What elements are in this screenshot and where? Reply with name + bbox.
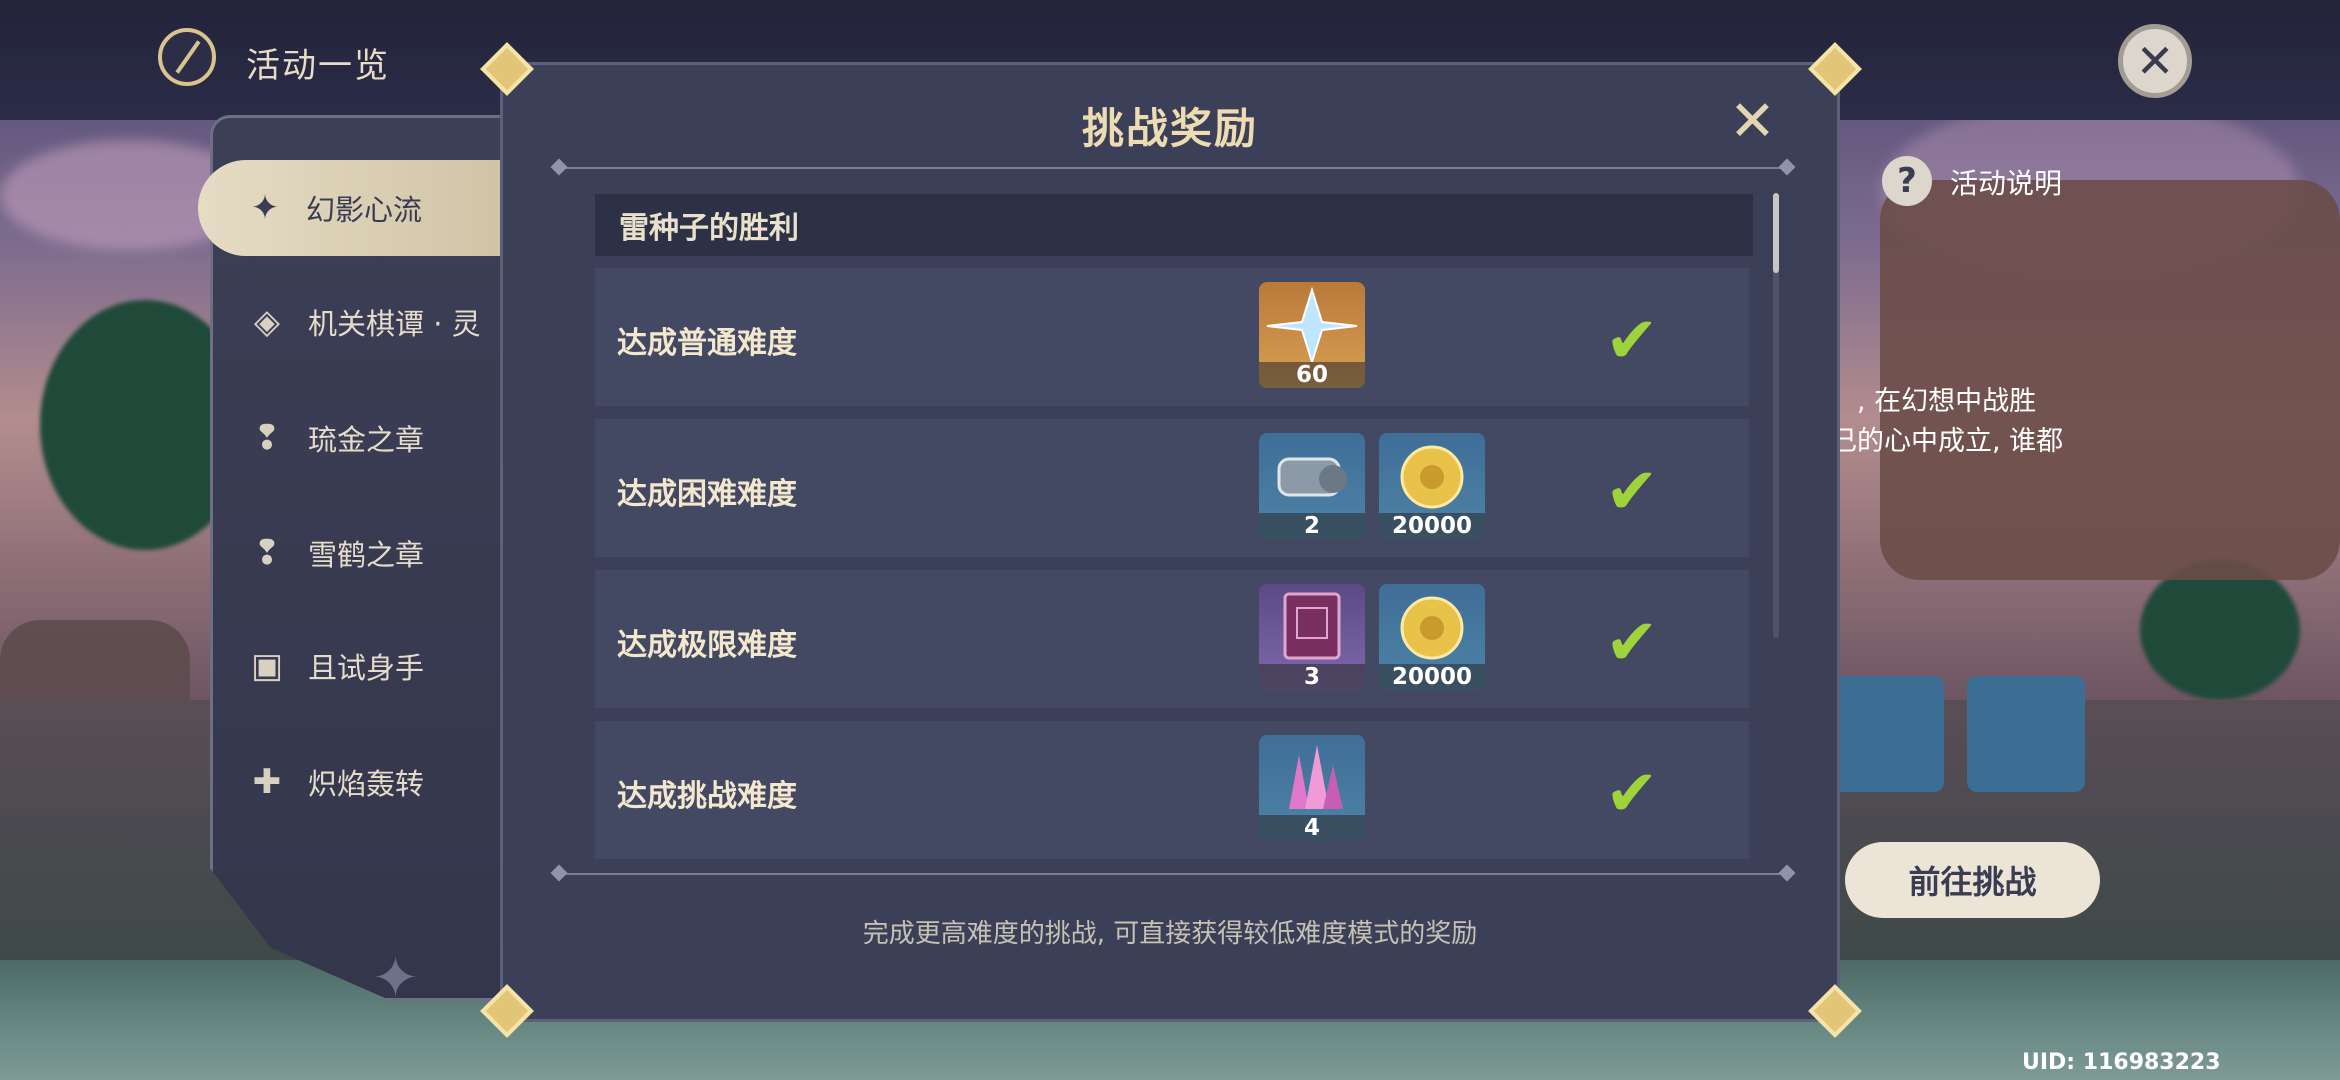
difficulty-label: 达成普通难度 <box>617 326 797 361</box>
book-icon <box>1283 592 1341 660</box>
book-item[interactable]: 3 <box>1259 584 1365 690</box>
reward-row: 达成极限难度 3 20000 ✔ <box>595 570 1749 708</box>
difficulty-label: 达成挑战难度 <box>617 779 797 814</box>
mora-item[interactable]: 20000 <box>1379 584 1485 690</box>
mora-item[interactable]: 20000 <box>1379 433 1485 539</box>
primogem-icon <box>1266 286 1358 366</box>
uid-label: UID: 116983223 <box>2022 1050 2221 1075</box>
reward-mora-icon <box>1826 676 1944 792</box>
item-count: 2 <box>1259 513 1365 539</box>
cliff <box>1880 180 2340 580</box>
reward-ore-icon <box>1967 676 2085 792</box>
modal-title: 挑战奖励 <box>1081 104 1258 153</box>
sidebar-item-snow-crane[interactable]: ❢ 雪鹤之章 <box>200 505 520 601</box>
item-count: 20000 <box>1379 664 1485 690</box>
reward-row: 达成普通难度 60 ✔ <box>595 268 1749 406</box>
check-icon: ✔ <box>1605 455 1659 529</box>
star-decoration: ✦ <box>372 946 419 1011</box>
help-label[interactable]: 活动说明 <box>1950 162 2062 202</box>
phantom-icon: ✦ <box>250 188 280 228</box>
ore-item[interactable]: 2 <box>1259 433 1365 539</box>
cards-icon: ▣ <box>250 646 284 686</box>
scroll-thumb[interactable] <box>1773 193 1779 273</box>
sidebar-item-label: 且试身手 <box>308 651 425 685</box>
mora-icon <box>1400 445 1464 509</box>
crystal-icon <box>1289 745 1343 809</box>
check-icon: ✔ <box>1605 606 1659 680</box>
exclamation-icon: ❢ <box>252 533 282 573</box>
close-icon: ✕ <box>2135 34 2175 88</box>
compass-icon <box>158 28 216 86</box>
crystal-item[interactable]: 4 <box>1259 735 1365 841</box>
sidebar-item-label: 炽焰轰转 <box>308 767 425 801</box>
section-header: 雷种子的胜利 <box>595 194 1753 256</box>
modal-close-button[interactable]: ✕ <box>1729 89 1776 154</box>
mora-icon <box>1400 596 1464 660</box>
item-count: 60 <box>1259 362 1365 388</box>
item-count: 4 <box>1259 815 1365 841</box>
item-count: 3 <box>1259 664 1365 690</box>
scrollbar[interactable] <box>1773 193 1779 638</box>
exclamation-icon: ❢ <box>252 418 282 458</box>
footnote: 完成更高难度的挑战, 可直接获得较低难度模式的奖励 <box>862 919 1478 949</box>
check-icon: ✔ <box>1605 304 1659 378</box>
section-title: 雷种子的胜利 <box>619 211 799 246</box>
go-challenge-button[interactable]: 前往挑战 <box>1845 842 2100 918</box>
flame-icon: ✚ <box>252 762 282 802</box>
page-title: 活动一览 <box>246 46 390 86</box>
reward-row: 达成挑战难度 4 ✔ <box>595 721 1749 859</box>
sidebar-item-label: 幻影心流 <box>306 193 423 227</box>
divider <box>553 167 1793 169</box>
sidebar-item-test-run[interactable]: ▣ 且试身手 <box>200 618 520 714</box>
sidebar-item-label: 雪鹤之章 <box>308 538 425 572</box>
reward-modal: 挑战奖励 ✕ 雷种子的胜利 达成普通难度 60 ✔ 达成困难难度 2 20000… <box>500 62 1840 1022</box>
tree <box>2140 560 2300 700</box>
divider <box>553 873 1793 875</box>
sidebar-item-phantom-flow[interactable]: ✦ 幻影心流 <box>198 160 518 256</box>
help-icon[interactable]: ? <box>1882 156 1932 206</box>
item-count: 20000 <box>1379 513 1485 539</box>
sidebar-item-label: 机关棋谭 · 灵 <box>308 307 481 341</box>
ore-icon <box>1277 457 1347 497</box>
close-button[interactable]: ✕ <box>2118 24 2192 98</box>
sidebar-item-label: 琉金之章 <box>308 423 425 457</box>
sidebar-item-liujin[interactable]: ❢ 琉金之章 <box>200 390 520 486</box>
reward-row: 达成困难难度 2 20000 ✔ <box>595 419 1749 557</box>
check-icon: ✔ <box>1605 757 1659 831</box>
primogem-item[interactable]: 60 <box>1259 282 1365 388</box>
chess-icon: ◈ <box>253 302 281 342</box>
activity-description: 」, 在幻想中战胜 己的心中成立, 谁都 <box>1830 386 2064 457</box>
sidebar-item-blazing-spin[interactable]: ✚ 炽焰轰转 <box>200 734 520 830</box>
difficulty-label: 达成困难难度 <box>617 477 797 512</box>
sidebar-item-mechanical-chess[interactable]: ◈ 机关棋谭 · 灵 <box>200 274 520 370</box>
difficulty-label: 达成极限难度 <box>617 628 797 663</box>
